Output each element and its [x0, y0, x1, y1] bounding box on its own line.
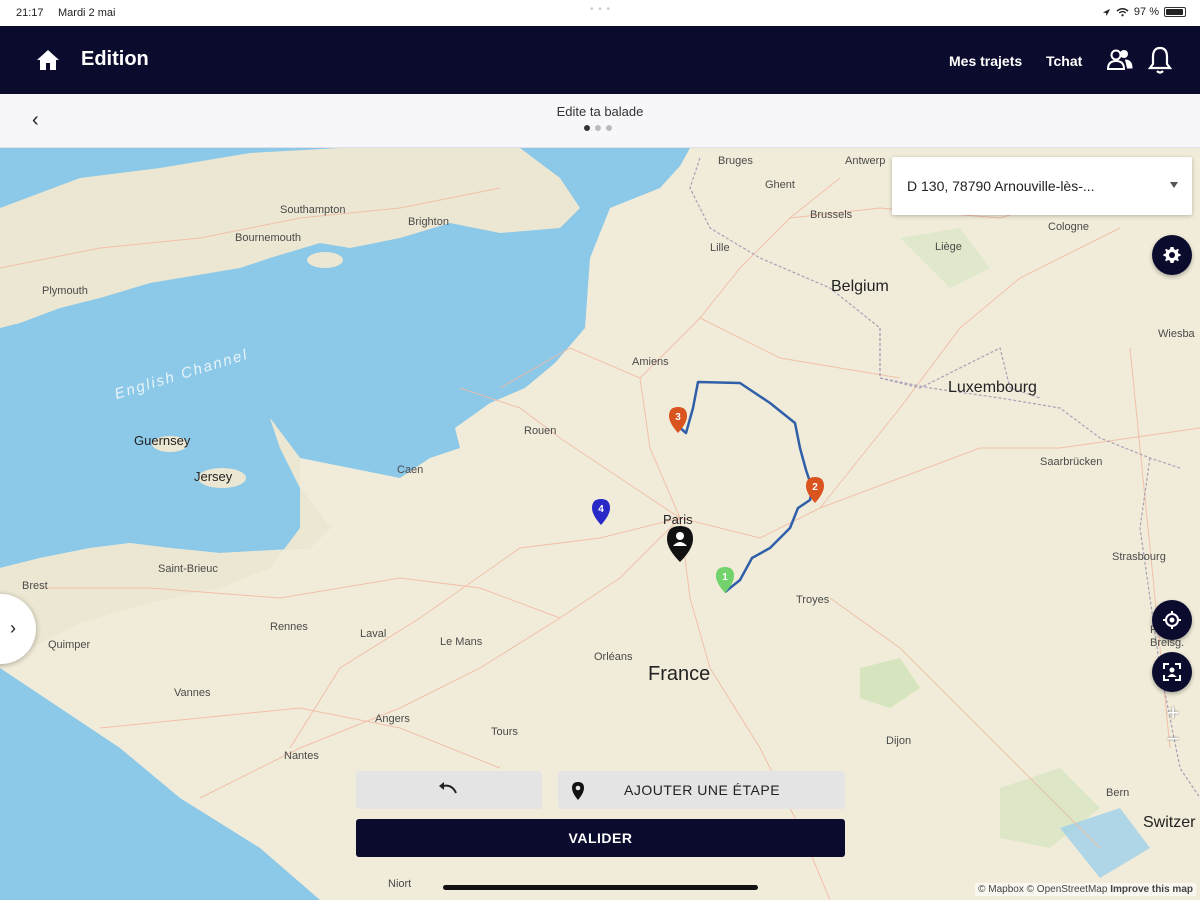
settings-button[interactable]: [1152, 235, 1192, 275]
locate-me-button[interactable]: [1152, 600, 1192, 640]
step-title: Edite ta balade: [556, 104, 644, 119]
waypoint-2-marker[interactable]: 2: [805, 476, 825, 504]
gear-icon: [1163, 247, 1181, 263]
map-label: Nantes: [284, 750, 319, 762]
map-label: Bern: [1106, 787, 1130, 799]
nav-my-trips[interactable]: Mes trajets: [949, 53, 1022, 69]
app-header: Edition Mes trajets Tchat: [0, 26, 1200, 94]
country-label: Belgium: [831, 278, 889, 295]
map-label: Antwerp: [845, 155, 886, 167]
zoom-out-button[interactable]: −: [1160, 726, 1186, 752]
battery-percent: 97 %: [1133, 6, 1159, 18]
waypoint-3-marker[interactable]: 3: [668, 406, 688, 434]
map-label: Le Mans: [440, 636, 483, 648]
address-select[interactable]: D 130, 78790 Arnouville-lès-...: [892, 157, 1192, 215]
fit-bounds-icon: [1163, 663, 1181, 681]
map-label: Vannes: [174, 687, 211, 699]
undo-icon: [439, 782, 457, 794]
notifications-bell-icon[interactable]: [1147, 45, 1173, 75]
map-label: Laval: [360, 628, 387, 640]
marker-label: 3: [675, 412, 681, 423]
location-icon: [1102, 8, 1111, 16]
home-indicator: [443, 885, 758, 890]
add-location-icon: [572, 782, 584, 800]
map-label: Jersey: [194, 469, 233, 484]
status-bar: 21:17 Mardi 2 mai • • • 97 %: [0, 0, 1200, 26]
attribution-mapbox[interactable]: © Mapbox: [978, 884, 1024, 895]
map-label: Plymouth: [42, 285, 88, 297]
map-label: Saarbrücken: [1040, 456, 1103, 468]
map-label: Brussels: [810, 209, 853, 221]
map-label: Caen: [397, 464, 424, 476]
wifi-icon: [1116, 8, 1129, 17]
page-title: Edition: [81, 48, 149, 70]
map-attribution: © Mapbox © OpenStreetMap Improve this ma…: [975, 883, 1196, 896]
map-label: Dijon: [886, 735, 912, 747]
map-label: Bruges: [718, 155, 753, 167]
map-label: Quimper: [48, 639, 91, 651]
status-time: 21:17: [16, 7, 44, 19]
fit-route-button[interactable]: [1152, 652, 1192, 692]
status-date: Mardi 2 mai: [58, 7, 116, 19]
waypoint-4-marker[interactable]: 4: [591, 498, 611, 526]
map-label: Ghent: [765, 179, 795, 191]
map-label: Brighton: [408, 216, 449, 228]
map-label: Wiesba: [1158, 328, 1195, 340]
undo-button[interactable]: [356, 771, 542, 809]
map-label: Lille: [710, 242, 730, 254]
map-label: Saint-Brieuc: [158, 563, 218, 575]
map-label: Amiens: [632, 356, 669, 368]
add-step-label: AJOUTER UNE ÉTAPE: [624, 782, 781, 798]
user-location-pin-icon[interactable]: [666, 525, 694, 563]
marker-label: 2: [812, 482, 818, 493]
map-label: Brest: [22, 580, 48, 592]
chevron-right-icon: ›: [10, 618, 16, 638]
crosshair-icon: [1163, 611, 1181, 629]
marker-label: 1: [722, 572, 728, 583]
map-label: Orléans: [594, 651, 633, 663]
address-select-value: D 130, 78790 Arnouville-lès-...: [907, 178, 1095, 194]
chevron-down-icon: [1170, 182, 1178, 188]
waypoint-1-marker[interactable]: 1: [715, 566, 735, 594]
add-step-button[interactable]: AJOUTER UNE ÉTAPE: [558, 771, 845, 809]
map-label: Tours: [491, 726, 518, 738]
map-label: Liège: [935, 241, 962, 253]
pager-dot: [584, 125, 590, 131]
step-header: ‹ Edite ta balade: [0, 94, 1200, 148]
map-label: Rouen: [524, 425, 557, 437]
attribution-osm[interactable]: © OpenStreetMap: [1027, 884, 1108, 895]
map-label: Rennes: [270, 621, 308, 633]
map-label: Strasbourg: [1112, 551, 1166, 563]
step-pager: [584, 125, 612, 131]
map-label: Southampton: [280, 204, 346, 216]
friends-icon[interactable]: [1107, 49, 1133, 71]
map-label: Guernsey: [134, 433, 191, 448]
zoom-in-button[interactable]: +: [1160, 700, 1186, 726]
country-label: Switzer: [1143, 814, 1196, 831]
pager-dot: [606, 125, 612, 131]
improve-map-link[interactable]: Improve this map: [1110, 884, 1193, 895]
map-label: Cologne: [1048, 221, 1089, 233]
status-right: 97 %: [1102, 6, 1186, 18]
map-label: Niort: [388, 878, 412, 890]
map-label: Angers: [375, 713, 410, 725]
validate-button[interactable]: VALIDER: [356, 819, 845, 857]
map-label: Bournemouth: [235, 232, 302, 244]
map-label: Troyes: [796, 594, 830, 606]
country-label: France: [648, 663, 711, 685]
multitask-dots: • • •: [590, 4, 612, 15]
country-label: Luxembourg: [948, 379, 1037, 396]
pager-dot: [595, 125, 601, 131]
home-icon[interactable]: [36, 49, 60, 71]
marker-label: 4: [598, 504, 604, 515]
nav-chat[interactable]: Tchat: [1046, 53, 1082, 69]
battery-icon: [1164, 7, 1186, 17]
